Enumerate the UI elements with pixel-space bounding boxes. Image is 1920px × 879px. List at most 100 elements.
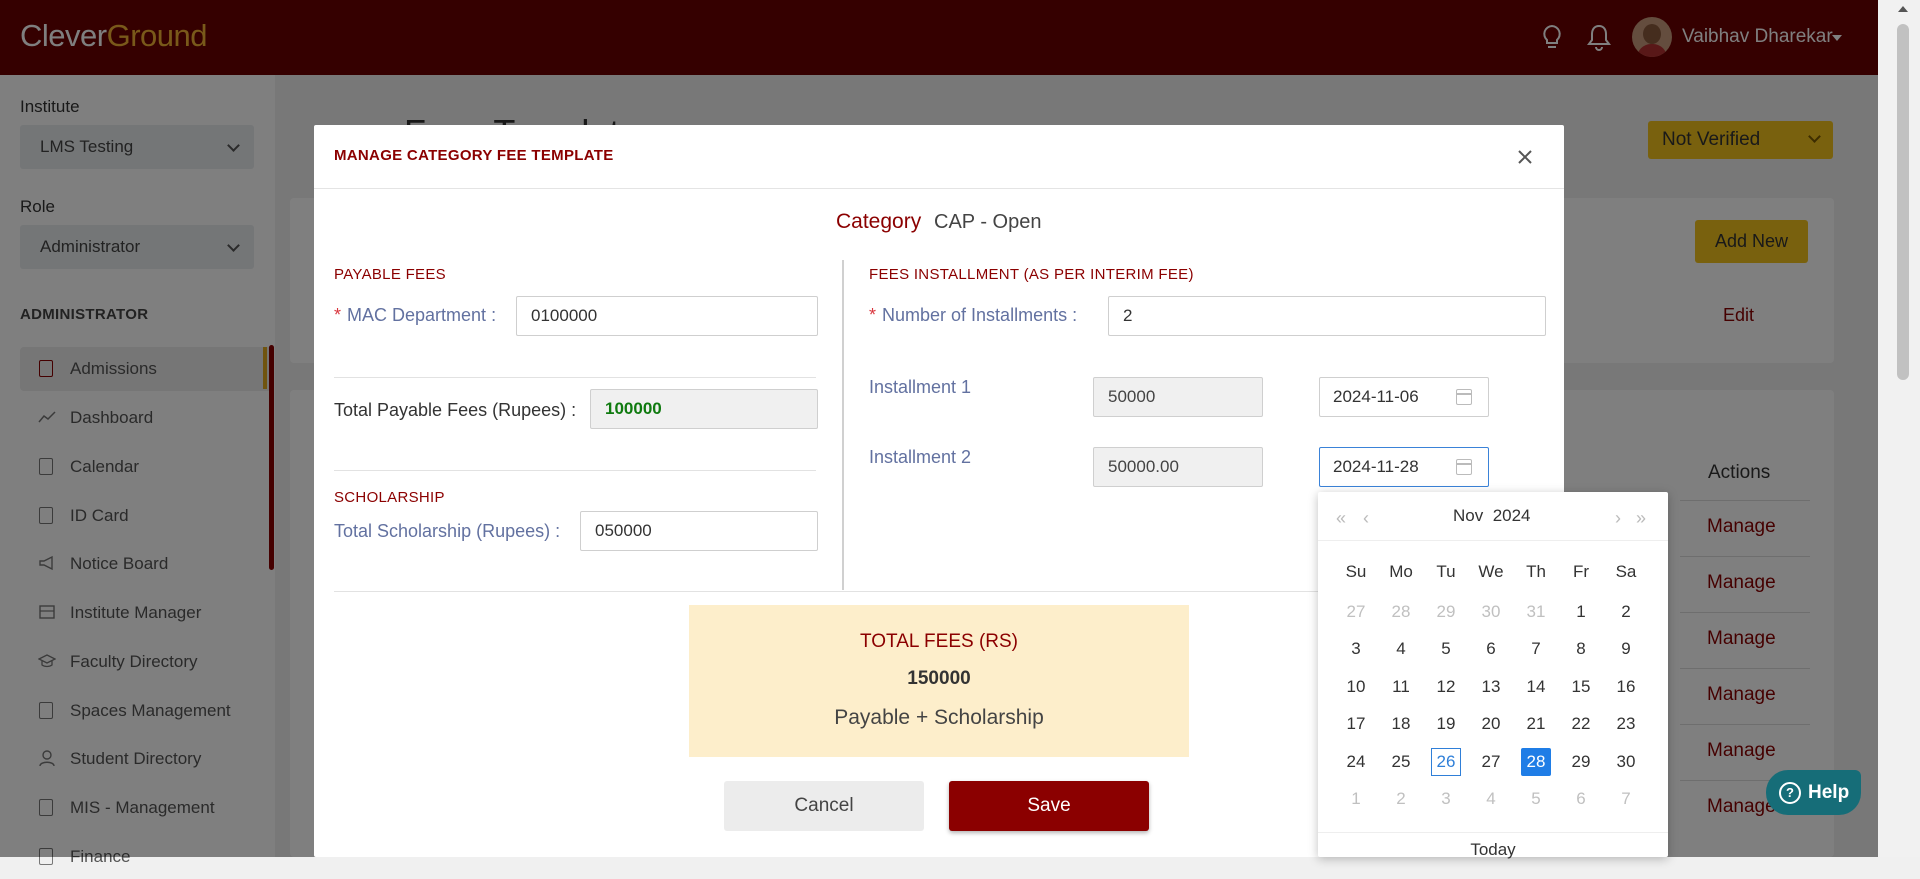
num-installments-label-text: Number of Installments	[882, 305, 1068, 325]
calendar-day[interactable]: 19	[1431, 710, 1461, 738]
installment-2-amount-input[interactable]: 50000.00	[1093, 447, 1263, 487]
section-divider	[334, 470, 816, 471]
prev-month-icon[interactable]: ‹	[1363, 508, 1369, 529]
section-divider	[334, 377, 816, 378]
calendar-day[interactable]: 5	[1431, 635, 1461, 663]
calendar-day-other-month[interactable]: 7	[1611, 785, 1641, 813]
calendar-day[interactable]: 26	[1431, 748, 1461, 776]
calendar-day[interactable]: 15	[1566, 673, 1596, 701]
installment-2-label: Installment 2	[869, 447, 972, 467]
total-scholarship-input[interactable]: 050000	[580, 511, 818, 551]
calendar-day[interactable]: 13	[1476, 673, 1506, 701]
next-month-icon[interactable]: ›	[1615, 508, 1621, 529]
num-installments-input[interactable]: 2	[1108, 296, 1546, 336]
installment-2-date-input[interactable]: 2024-11-28	[1319, 447, 1489, 487]
total-scholarship-label-text: Total Scholarship (Rupees)	[334, 521, 551, 541]
calendar-day-other-month[interactable]: 2	[1386, 785, 1416, 813]
weekday-header: Tu	[1436, 562, 1456, 581]
calendar-day[interactable]: 25	[1386, 748, 1416, 776]
calendar-day[interactable]: 21	[1521, 710, 1551, 738]
installment-1-label: Installment 1	[869, 377, 972, 397]
help-label: Help	[1808, 782, 1850, 803]
total-payable-value: 100000	[605, 399, 662, 418]
calendar-day-other-month[interactable]: 1	[1341, 785, 1371, 813]
close-icon[interactable]	[1513, 145, 1537, 169]
calendar-day[interactable]: 9	[1611, 635, 1641, 663]
mac-department-value: 0100000	[531, 306, 598, 325]
calendar-day-other-month[interactable]: 31	[1521, 598, 1551, 626]
modal-title: MANAGE CATEGORY FEE TEMPLATE	[334, 147, 614, 164]
installment-1-date-input[interactable]: 2024-11-06	[1319, 377, 1489, 417]
column-divider	[842, 260, 844, 590]
calendar-day[interactable]: 8	[1566, 635, 1596, 663]
total-fees-subtitle: Payable + Scholarship	[834, 706, 1044, 729]
year-label[interactable]: 2024	[1493, 506, 1531, 525]
calendar-day[interactable]: 14	[1521, 673, 1551, 701]
calendar-day-other-month[interactable]: 30	[1476, 598, 1506, 626]
question-icon: ?	[1779, 782, 1801, 804]
calendar-day[interactable]: 4	[1386, 635, 1416, 663]
weekday-header: Sa	[1615, 562, 1637, 581]
installment-2-date: 2024-11-28	[1333, 457, 1419, 476]
calendar-day[interactable]: 12	[1431, 673, 1461, 701]
scroll-up-arrow-icon[interactable]	[1898, 6, 1908, 12]
total-payable-input[interactable]: 100000	[590, 389, 818, 429]
month-label[interactable]: Nov	[1453, 506, 1483, 525]
calendar-day[interactable]: 22	[1566, 710, 1596, 738]
calendar-day[interactable]: 3	[1341, 635, 1371, 663]
calendar-icon[interactable]	[1456, 389, 1472, 405]
cancel-button[interactable]: Cancel	[724, 781, 924, 831]
calendar-day[interactable]: 18	[1386, 710, 1416, 738]
calendar-day[interactable]: 10	[1341, 673, 1371, 701]
mac-department-input[interactable]: 0100000	[516, 296, 818, 336]
calendar-day[interactable]: 11	[1386, 673, 1416, 701]
installment-1-amount: 50000	[1108, 387, 1156, 406]
date-picker-popup: « ‹ Nov 2024 › » Su Mo Tu We Th Fr Sa 27 28 29 30 3…	[1318, 492, 1668, 860]
calendar-day-other-month[interactable]: 29	[1431, 598, 1461, 626]
payable-fees-heading: PAYABLE FEES	[334, 266, 446, 283]
total-scholarship-label: Total Scholarship (Rupees) :	[334, 521, 561, 541]
calendar-day-other-month[interactable]: 28	[1386, 598, 1416, 626]
modal-header-divider	[314, 188, 1564, 189]
mac-department-label: * MAC Department :	[334, 305, 497, 325]
calendar-day[interactable]: 16	[1611, 673, 1641, 701]
calendar-day-other-month[interactable]: 6	[1566, 785, 1596, 813]
required-asterisk: *	[869, 305, 877, 325]
total-scholarship-value: 050000	[595, 521, 652, 540]
num-installments-label: * Number of Installments :	[869, 305, 1078, 325]
calendar-day[interactable]: 30	[1611, 748, 1641, 776]
calendar-day-selected[interactable]: 28	[1521, 748, 1551, 776]
calendar-icon[interactable]	[1456, 459, 1472, 475]
weekday-header: Th	[1526, 562, 1546, 581]
weekday-header: We	[1478, 562, 1504, 581]
calendar-day[interactable]: 17	[1341, 710, 1371, 738]
next-year-icon[interactable]: »	[1636, 508, 1646, 529]
weekday-header: Mo	[1389, 562, 1413, 581]
total-fees-value: 150000	[907, 668, 971, 689]
calendar-day[interactable]: 23	[1611, 710, 1641, 738]
total-payable-label-text: Total Payable Fees (Rupees)	[334, 400, 567, 420]
installment-1-amount-input[interactable]: 50000	[1093, 377, 1263, 417]
scrollbar-thumb[interactable]	[1897, 24, 1909, 380]
calendar-day[interactable]: 24	[1341, 748, 1371, 776]
calendar-day[interactable]: 1	[1566, 598, 1596, 626]
prev-year-icon[interactable]: «	[1336, 508, 1346, 529]
month-year-label[interactable]: Nov 2024	[1453, 506, 1531, 526]
weekday-header: Su	[1345, 562, 1367, 581]
installment-2-amount: 50000.00	[1108, 457, 1179, 476]
calendar-day-other-month[interactable]: 4	[1476, 785, 1506, 813]
weekday-header: Fr	[1572, 562, 1590, 581]
calendar-day[interactable]: 27	[1476, 748, 1506, 776]
today-button[interactable]: Today	[1318, 840, 1668, 860]
calendar-day[interactable]: 20	[1476, 710, 1506, 738]
total-fees-summary: TOTAL FEES (RS) 150000 Payable + Scholar…	[689, 605, 1189, 757]
save-button[interactable]: Save	[949, 781, 1149, 831]
calendar-day[interactable]: 29	[1566, 748, 1596, 776]
calendar-day-other-month[interactable]: 27	[1341, 598, 1371, 626]
help-button[interactable]: ? Help	[1766, 770, 1861, 815]
calendar-day[interactable]: 6	[1476, 635, 1506, 663]
calendar-day[interactable]: 2	[1611, 598, 1641, 626]
calendar-day-other-month[interactable]: 5	[1521, 785, 1551, 813]
calendar-day[interactable]: 7	[1521, 635, 1551, 663]
calendar-day-other-month[interactable]: 3	[1431, 785, 1461, 813]
